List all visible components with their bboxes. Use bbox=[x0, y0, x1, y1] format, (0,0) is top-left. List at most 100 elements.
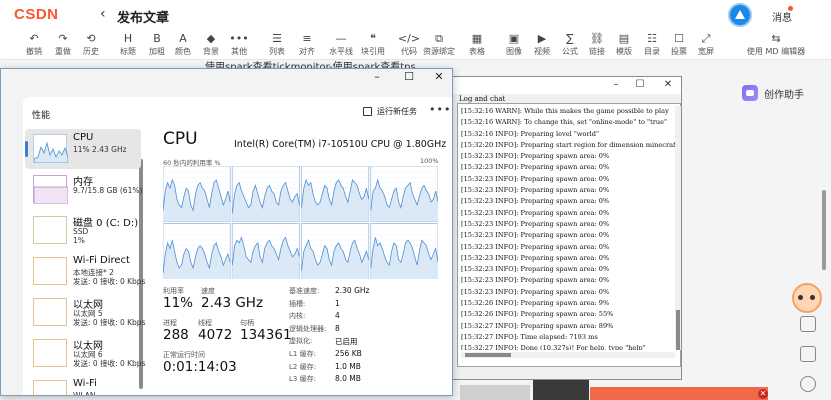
log-line: [15:32:27 INFO]: Done (10.327s)! For hel… bbox=[461, 344, 646, 350]
log-line: [15:32:26 INFO]: Preparing spawn area: 9… bbox=[461, 299, 610, 308]
section-title: 性能 bbox=[32, 111, 51, 121]
toolbar-button-14[interactable]: ▦ 表格 bbox=[457, 30, 497, 60]
page-title[interactable]: 发布文章 bbox=[117, 7, 169, 26]
resource-item-net[interactable]: 以太网 以太网 6 发送: 0 接收: 0 Kbps bbox=[25, 334, 145, 374]
resource-item-net[interactable]: Wi-Fi Direct 本地连接* 2 发送: 0 接收: 0 Kbps bbox=[25, 252, 145, 292]
close-icon[interactable]: ✕ bbox=[758, 389, 768, 399]
close-icon[interactable]: ✕ bbox=[661, 79, 675, 90]
spec-label: L3 缓存: bbox=[289, 375, 316, 384]
minimize-icon[interactable]: – bbox=[609, 79, 623, 90]
net-thumbnail-icon bbox=[33, 257, 67, 285]
core-graph-4 bbox=[163, 223, 231, 279]
cpu-detail: CPU Intel(R) Core(TM) i7-10510U CPU @ 1.… bbox=[161, 129, 452, 395]
chevron-down-icon[interactable]: ▾ bbox=[163, 8, 168, 19]
maximize-icon[interactable]: ☐ bbox=[401, 70, 417, 83]
cpu-thumbnail-icon bbox=[33, 134, 68, 163]
assistant-icon bbox=[742, 85, 758, 101]
spec-value: 256 KB bbox=[335, 349, 362, 358]
creator-assistant-button[interactable]: 创作助手 bbox=[742, 82, 824, 104]
net-thumbnail-icon bbox=[33, 339, 67, 367]
cpu-mini-graph bbox=[34, 141, 68, 163]
log-line: [15:32:16 WARN]: To change this, set "on… bbox=[461, 118, 668, 127]
resource-detail: 1% bbox=[73, 236, 85, 245]
resource-name: CPU bbox=[73, 132, 94, 143]
resource-detail: 发送: 0 接收: 0 Kbps bbox=[73, 318, 146, 327]
resource-name: Wi-Fi bbox=[73, 378, 97, 389]
toolbar-label: 资源绑定 bbox=[423, 47, 455, 56]
mem-mini-graph bbox=[34, 186, 68, 204]
minimize-icon[interactable]: – bbox=[369, 70, 385, 83]
cpu-heading: CPU bbox=[163, 129, 198, 149]
toolbar-button-11[interactable]: ❝ 块引用 bbox=[353, 30, 393, 60]
spec-value: 已启用 bbox=[335, 337, 358, 347]
creator-assistant-label: 创作助手 bbox=[764, 89, 804, 101]
toolbar-label: 表格 bbox=[469, 47, 485, 56]
toolbar-icon: ⇆ bbox=[771, 32, 781, 45]
log-line: [15:32:16 INFO]: Preparing level "world" bbox=[461, 129, 599, 138]
more-options-icon[interactable]: ••• bbox=[429, 103, 451, 116]
log-line: [15:32:23 INFO]: Preparing spawn area: 0… bbox=[461, 174, 610, 183]
toolbar-button-2[interactable]: ⟲ 历史 bbox=[71, 30, 111, 60]
log-line: [15:32:23 INFO]: Preparing spawn area: 0… bbox=[461, 186, 610, 195]
log-line: [15:32:23 INFO]: Preparing spawn area: 0… bbox=[461, 163, 610, 172]
qrcode-icon[interactable] bbox=[800, 346, 816, 362]
avatar[interactable] bbox=[728, 3, 752, 27]
task-manager-titlebar[interactable]: – ☐ ✕ bbox=[1, 69, 452, 87]
log-vertical-scrollbar[interactable] bbox=[675, 106, 681, 350]
log-line: [15:32:23 INFO]: Preparing spawn area: 0… bbox=[461, 219, 610, 228]
minecraft-titlebar[interactable]: – ☐ ✕ bbox=[449, 77, 681, 94]
log-horizontal-scrollbar[interactable] bbox=[461, 352, 675, 358]
resource-item-mem[interactable]: 内存 9.7/15.8 GB (61%) bbox=[25, 170, 143, 210]
resource-item-disk[interactable]: 磁盘 0 (C: D:) SSD 1% bbox=[25, 211, 141, 251]
processes-value: 288 bbox=[163, 327, 189, 343]
ad-banner[interactable] bbox=[590, 387, 768, 400]
spec-value: 8 bbox=[335, 323, 340, 333]
log-line: [15:32:27 INFO]: Preparing spawn area: 8… bbox=[461, 321, 614, 330]
core-graph-5 bbox=[231, 223, 300, 279]
toolbar-button-23[interactable]: ⇆ 使用 MD 编辑器 bbox=[728, 30, 824, 60]
log-line: [15:32:16 WARN]: While this makes the ga… bbox=[461, 107, 669, 115]
headset-icon[interactable] bbox=[800, 376, 816, 392]
log-line: [15:32:23 INFO]: Preparing spawn area: 0… bbox=[461, 242, 610, 251]
resource-item-net[interactable]: Wi-FiWLAN发送: 0 接收: 0 Kbps bbox=[25, 375, 141, 395]
scroll-thumb[interactable] bbox=[676, 310, 680, 350]
spec-label: 逻辑处理器: bbox=[289, 324, 327, 333]
log-text[interactable]: [15:32:16 WARN]: While this makes the ga… bbox=[461, 106, 675, 350]
resource-item-net[interactable]: 以太网 以太网 5 发送: 0 接收: 0 Kbps bbox=[25, 293, 145, 333]
spec-label: L1 缓存: bbox=[289, 350, 316, 358]
spec-label: L2 缓存: bbox=[289, 362, 316, 371]
resource-detail: 本地连接* 2 bbox=[73, 268, 114, 277]
toolbar-button-7[interactable]: ••• 其他 bbox=[219, 30, 259, 60]
disk-thumbnail-icon bbox=[33, 216, 67, 244]
core-graph-3 bbox=[370, 166, 438, 222]
messages-link[interactable]: 消息 bbox=[772, 9, 792, 24]
toolbar-label: 历史 bbox=[83, 47, 99, 56]
toolbar-label: 使用 MD 编辑器 bbox=[746, 47, 806, 56]
scroll-thumb[interactable] bbox=[465, 353, 511, 357]
log-line: [15:32:23 INFO]: Preparing spawn area: 0… bbox=[461, 208, 610, 217]
page-scrollbar[interactable] bbox=[822, 190, 826, 270]
performance-pane: 性能 运行新任务 ••• CPU 11% 2.43 GHz 内存 9.7/15.8 G… bbox=[23, 97, 452, 395]
mascot-icon[interactable] bbox=[792, 283, 822, 313]
notification-dot bbox=[788, 6, 793, 11]
core-graph-7 bbox=[370, 223, 438, 279]
close-icon[interactable]: ✕ bbox=[431, 70, 447, 83]
maximize-icon[interactable]: ☐ bbox=[633, 79, 647, 90]
resource-name: Wi-Fi Direct bbox=[73, 255, 130, 266]
toolbar-button-22[interactable]: ⤢ 宽屏 bbox=[686, 30, 726, 60]
feedback-icon[interactable] bbox=[800, 316, 816, 332]
resource-detail: 11% 2.43 GHz bbox=[73, 145, 127, 154]
resource-item-cpu[interactable]: CPU 11% 2.43 GHz bbox=[25, 129, 141, 169]
csdn-logo[interactable]: CSDN bbox=[14, 6, 59, 23]
log-line: [15:32:23 INFO]: Preparing spawn area: 0… bbox=[461, 253, 610, 262]
speed-value: 2.43 GHz bbox=[201, 295, 264, 311]
toolbar-icon: ▦ bbox=[471, 32, 483, 45]
log-box: [15:32:16 WARN]: While this makes the ga… bbox=[457, 103, 681, 367]
back-icon[interactable]: ‹ bbox=[100, 6, 106, 22]
net-thumbnail-icon bbox=[33, 380, 67, 395]
editor-toolbar: ↶ 撤销 ↷ 重做 ⟲ 历史 H 标题 B 加粗 A 颜色 ◆ 背景 ••• 其他 ☰ 列表 ≡ 对齐 — 水平线 ❝ 块引用… bbox=[0, 30, 831, 60]
toolbar-button-13[interactable]: ⧉ 资源绑定 bbox=[419, 30, 459, 60]
log-line: [15:32:23 INFO]: Preparing spawn area: 0… bbox=[461, 197, 610, 206]
resource-detail: 9.7/15.8 GB (61%) bbox=[73, 186, 143, 195]
run-new-task-button[interactable]: 运行新任务 bbox=[363, 106, 417, 117]
